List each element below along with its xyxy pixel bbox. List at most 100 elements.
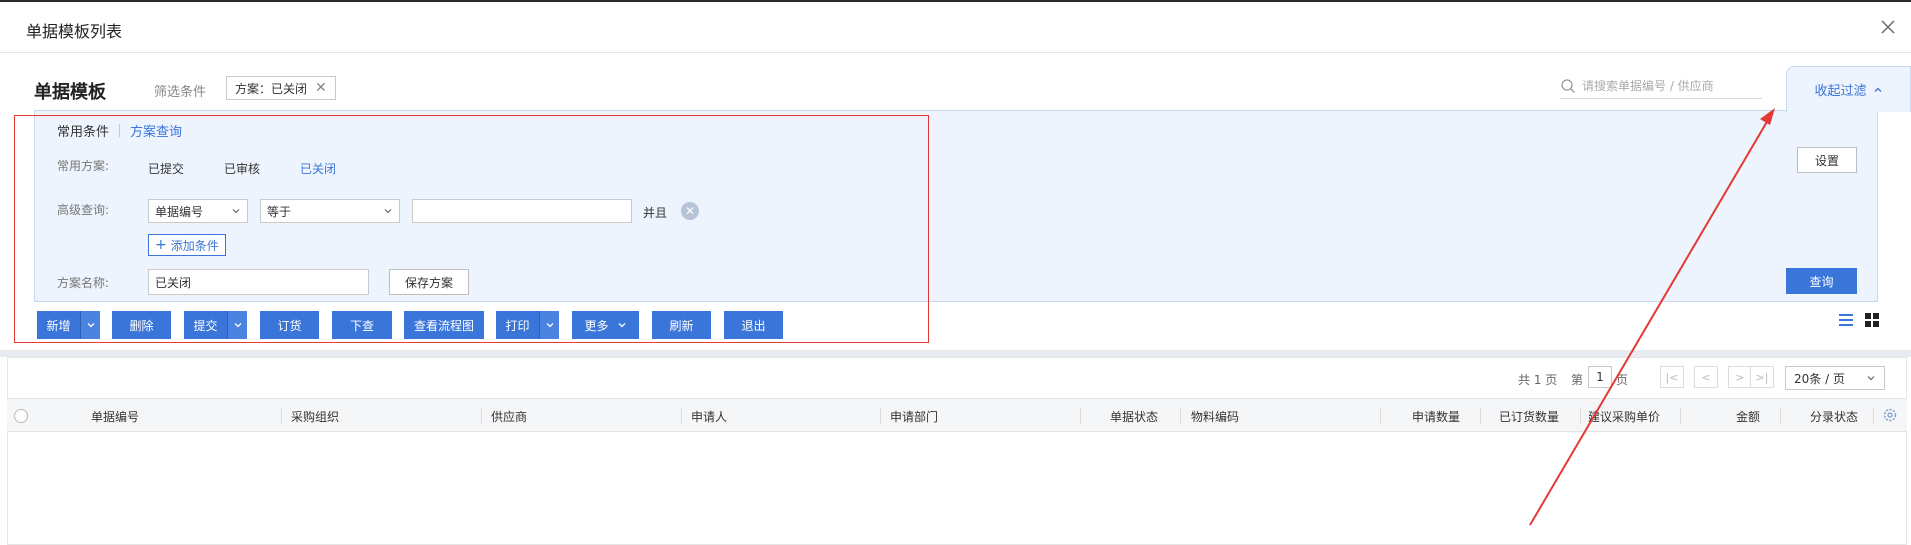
grid-view-icon[interactable]: [1864, 312, 1880, 328]
filter-chip[interactable]: 方案：已关闭 ✕: [226, 76, 336, 100]
submit-button-label: 提交: [193, 318, 218, 333]
query-button[interactable]: 查询: [1786, 268, 1857, 294]
col-amount[interactable]: 金额: [1736, 399, 1760, 433]
chevron-up-icon: [1874, 87, 1881, 92]
plan-name-input[interactable]: [148, 269, 369, 295]
close-icon[interactable]: [1878, 17, 1898, 37]
tab-common-conditions[interactable]: 常用条件: [57, 121, 109, 140]
search-input[interactable]: [1582, 78, 1752, 93]
submit-button[interactable]: 提交: [184, 311, 247, 339]
col-divider: [281, 408, 282, 424]
col-applicant-dept[interactable]: 申请部门: [890, 399, 938, 433]
more-button[interactable]: 更多: [572, 311, 639, 339]
col-entry-status[interactable]: 分录状态: [1810, 399, 1858, 433]
chevron-down-icon[interactable]: [80, 311, 100, 339]
field-select[interactable]: 单据编号: [148, 199, 248, 223]
operator-select-value: 等于: [267, 204, 292, 219]
save-plan-button[interactable]: 保存方案: [389, 269, 469, 295]
col-bill-status[interactable]: 单据状态: [1110, 399, 1158, 433]
window-title: 单据模板列表: [26, 22, 123, 41]
add-button-label: 新增: [46, 318, 71, 333]
chevron-down-icon[interactable]: [539, 311, 559, 339]
tab-divider: [119, 124, 121, 137]
chevron-down-icon[interactable]: [227, 311, 247, 339]
col-divider: [880, 408, 881, 424]
order-button-label: 订货: [277, 318, 302, 333]
page-size-select[interactable]: 20条 / 页: [1785, 366, 1885, 390]
settings-button[interactable]: 设置: [1797, 147, 1857, 173]
col-supplier[interactable]: 供应商: [491, 399, 527, 433]
push-down-button[interactable]: 下查: [332, 311, 392, 339]
page: 单据模板列表 单据模板 筛选条件 方案：已关闭 ✕ 常用条件 方案查询 常用方案…: [0, 0, 1911, 545]
col-divider: [1680, 408, 1681, 424]
col-purchase-org[interactable]: 采购组织: [291, 399, 339, 433]
flowchart-button[interactable]: 查看流程图: [404, 311, 484, 339]
col-divider: [1180, 408, 1181, 424]
chevron-down-icon: [384, 209, 392, 214]
col-divider: [1580, 408, 1581, 424]
col-bill-number[interactable]: 单据编号: [91, 399, 139, 433]
plus-icon: +: [155, 237, 167, 253]
add-button[interactable]: 新增: [37, 311, 100, 339]
advanced-query-label: 高级查询:: [57, 203, 110, 217]
plan-option-approved[interactable]: 已审核: [224, 160, 260, 177]
plan-option-closed[interactable]: 已关闭: [300, 160, 336, 177]
col-divider: [481, 408, 482, 424]
field-select-value: 单据编号: [155, 204, 204, 219]
filter-label: 筛选条件: [154, 85, 207, 100]
chevron-down-icon: [232, 209, 240, 214]
refresh-button[interactable]: 刷新: [652, 311, 711, 339]
table-header: 单据编号 采购组织 供应商 申请人 申请部门 单据状态 物料编码 申请数量 已订…: [7, 398, 1907, 432]
print-button[interactable]: 打印: [496, 311, 559, 339]
chevron-down-icon: [1867, 376, 1875, 381]
tab-plan-query[interactable]: 方案查询: [130, 121, 182, 140]
col-divider: [1480, 408, 1481, 424]
operator-select[interactable]: 等于: [260, 199, 400, 223]
chip-close-icon[interactable]: ✕: [315, 80, 327, 96]
collapse-filter-button[interactable]: 收起过滤: [1786, 66, 1911, 112]
pager-prefix: 第: [1571, 373, 1584, 387]
list-view-icon[interactable]: [1838, 312, 1854, 328]
col-material-code[interactable]: 物料编码: [1191, 399, 1239, 433]
select-all-radio[interactable]: [14, 409, 28, 423]
col-divider: [1873, 408, 1874, 424]
gear-icon[interactable]: [1882, 407, 1898, 423]
delete-button[interactable]: 删除: [112, 311, 171, 339]
flowchart-button-label: 查看流程图: [413, 318, 474, 333]
col-requested-qty[interactable]: 申请数量: [1412, 399, 1460, 433]
condition-value-input[interactable]: [412, 199, 632, 223]
filter-area: 常用条件 方案查询 常用方案: 已提交 已审核 已关闭 高级查询: 单据编号 等…: [34, 110, 1878, 302]
last-page-icon[interactable]: >|: [1750, 366, 1774, 388]
plan-name-label: 方案名称:: [57, 276, 110, 290]
more-button-label: 更多: [584, 318, 609, 333]
section-gap: [0, 350, 1911, 357]
col-divider: [1380, 408, 1381, 424]
print-button-label: 打印: [505, 318, 530, 333]
exit-button[interactable]: 退出: [724, 311, 783, 339]
search-box[interactable]: [1560, 73, 1762, 99]
col-ordered-qty[interactable]: 已订货数量: [1499, 399, 1559, 433]
order-button[interactable]: 订货: [260, 311, 319, 339]
remove-condition-icon[interactable]: ✕: [681, 202, 699, 220]
add-condition-label: 添加条件: [170, 238, 219, 253]
col-divider: [1780, 408, 1781, 424]
section-title: 单据模板: [34, 82, 106, 103]
delete-button-label: 删除: [129, 318, 154, 333]
exit-button-label: 退出: [741, 318, 766, 333]
collapse-filter-label: 收起过滤: [1814, 84, 1867, 99]
first-page-icon[interactable]: |<: [1660, 366, 1684, 388]
col-suggested-price[interactable]: 建议采购单价: [1588, 399, 1660, 433]
refresh-button-label: 刷新: [669, 318, 694, 333]
page-size-value: 20条 / 页: [1794, 371, 1845, 386]
add-condition-button[interactable]: + 添加条件: [148, 234, 226, 256]
top-border: [0, 0, 1911, 2]
chevron-down-icon: [618, 323, 625, 328]
filter-tabs: 常用条件 方案查询: [57, 121, 182, 140]
page-number-input[interactable]: [1588, 366, 1612, 388]
prev-page-icon[interactable]: <: [1694, 366, 1718, 388]
plan-option-submitted[interactable]: 已提交: [148, 160, 184, 177]
col-applicant[interactable]: 申请人: [691, 399, 727, 433]
search-icon: [1561, 78, 1575, 93]
col-divider: [681, 408, 682, 424]
next-page-icon[interactable]: >: [1728, 366, 1752, 388]
